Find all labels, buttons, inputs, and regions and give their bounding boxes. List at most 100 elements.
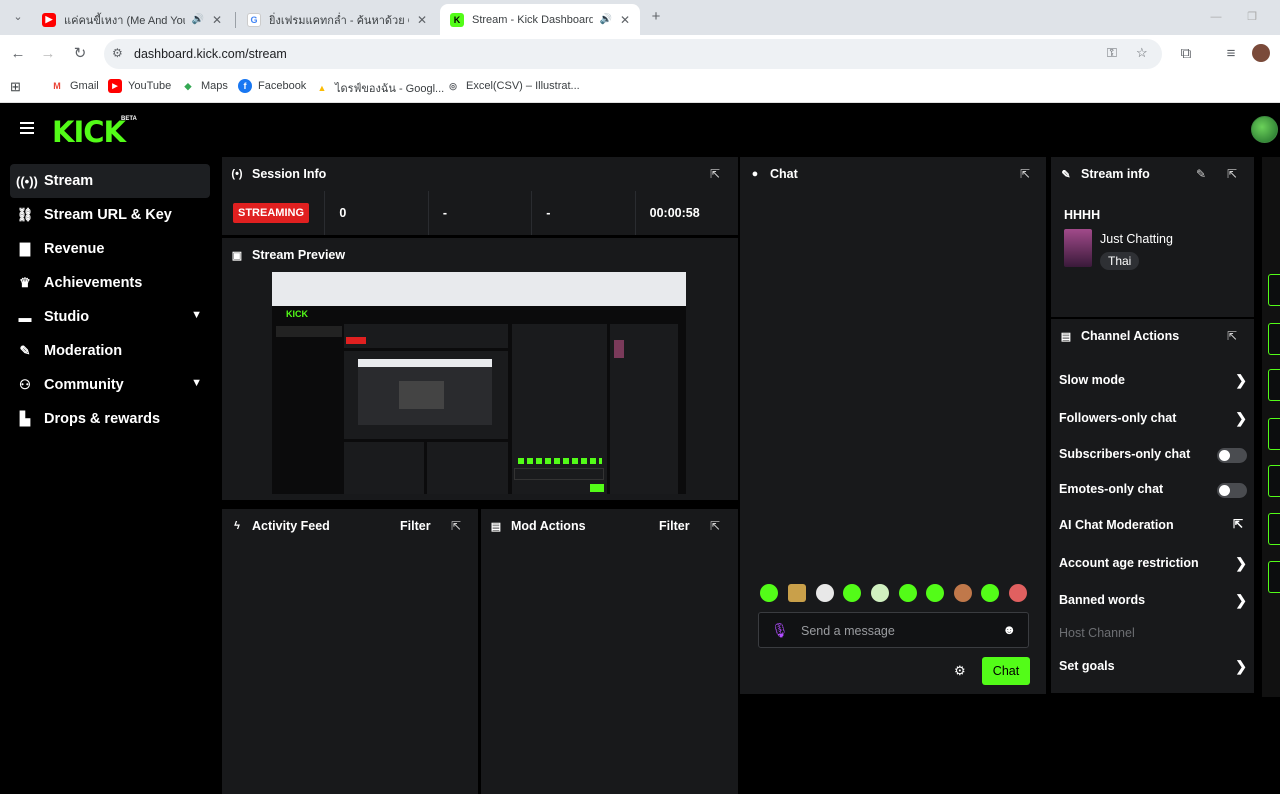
chat-message-input[interactable]: 🎙 Send a message ☻: [758, 612, 1029, 648]
apps-grid-icon[interactable]: ⊞: [10, 79, 21, 95]
address-bar[interactable]: ⚙ dashboard.kick.com/stream ⚿ ☆: [104, 39, 1162, 69]
emote-icon[interactable]: [843, 584, 861, 602]
action-label: Emotes-only chat: [1059, 482, 1164, 496]
close-tab-icon[interactable]: ✕: [417, 13, 427, 27]
edge-button[interactable]: [1268, 465, 1280, 497]
url-text: dashboard.kick.com/stream: [134, 47, 287, 61]
emote-icon[interactable]: [899, 584, 917, 602]
mod-actions-panel: ▤ Mod Actions Filter ⇱: [481, 509, 738, 794]
sidebar-item-drops-rewards[interactable]: ▙ Drops & rewards: [10, 402, 210, 436]
media-control-icon[interactable]: ≡: [1221, 44, 1241, 64]
site-settings-icon[interactable]: ⚙: [112, 46, 123, 60]
emote-icon[interactable]: [926, 584, 944, 602]
sidebar-item-moderation[interactable]: ✎ Moderation: [10, 334, 210, 368]
new-tab-icon[interactable]: +: [646, 7, 666, 27]
chat-settings-gear-icon[interactable]: ⚙: [954, 663, 966, 679]
chat-composer: 🎙 Send a message ☻ ⚙ Chat: [740, 157, 1046, 694]
mod-log-icon: ▤: [490, 520, 502, 533]
reload-icon[interactable]: ↻: [70, 44, 90, 64]
emote-icon[interactable]: [816, 584, 834, 602]
emote-icon[interactable]: [1009, 584, 1027, 602]
profile-avatar-icon[interactable]: [1252, 44, 1270, 62]
bookmark-maps[interactable]: ◆ Maps: [181, 79, 228, 93]
bookmark-excel[interactable]: ◎ Excel(CSV) – Illustrat...: [446, 79, 580, 93]
kick-dashboard: KICK BETA ((•)) Stream ⛓ Stream URL & Ke…: [0, 103, 1280, 794]
emote-icon[interactable]: [760, 584, 778, 602]
account-age-restriction-action[interactable]: Account age restriction ❯: [1059, 546, 1247, 580]
sidebar-item-stream-url-key[interactable]: ⛓ Stream URL & Key: [10, 198, 210, 232]
panel-title: Activity Feed: [252, 519, 330, 533]
edit-pencil-icon[interactable]: ✎: [1196, 167, 1206, 181]
followers-only-chat-action[interactable]: Followers-only chat ❯: [1059, 401, 1247, 435]
category-name[interactable]: Just Chatting: [1100, 232, 1173, 246]
action-label: Banned words: [1059, 593, 1146, 607]
ai-chat-moderation-action[interactable]: AI Chat Moderation ⇱: [1059, 508, 1247, 542]
popout-icon[interactable]: ⇱: [1227, 329, 1237, 343]
sidebar-item-revenue[interactable]: ▇ Revenue: [10, 232, 210, 266]
back-icon[interactable]: ←: [8, 44, 28, 64]
action-label: Account age restriction: [1059, 556, 1199, 570]
hamburger-menu-icon[interactable]: [20, 122, 34, 134]
sidebar-item-achievements[interactable]: ♛ Achievements: [10, 266, 210, 300]
kick-logo[interactable]: KICK: [52, 115, 126, 149]
chevron-down-icon[interactable]: ▼: [191, 309, 202, 321]
tab-title: Stream - Kick Dashboard: [472, 13, 594, 26]
close-tab-icon[interactable]: ✕: [620, 13, 630, 27]
bookmark-facebook[interactable]: f Facebook: [238, 79, 306, 93]
broadcast-icon: (•): [231, 168, 243, 180]
browser-tab-kick[interactable]: K Stream - Kick Dashboard 🔊 ✕: [440, 4, 640, 35]
link-icon: ⛓: [16, 207, 34, 222]
emote-icon[interactable]: [981, 584, 999, 602]
forward-icon[interactable]: →: [38, 44, 58, 64]
minimize-window-icon[interactable]: —: [1206, 7, 1226, 27]
slow-mode-action[interactable]: Slow mode ❯: [1059, 363, 1247, 397]
stream-preview-video[interactable]: KICK: [272, 272, 686, 494]
extensions-icon[interactable]: ⧉: [1176, 44, 1196, 64]
tab-title: ยิ่งเฟรมแคทกล่ำ - ค้นหาด้วย Google: [269, 14, 409, 27]
edge-button[interactable]: [1268, 513, 1280, 545]
category-thumbnail[interactable]: [1064, 229, 1092, 267]
set-goals-action[interactable]: Set goals ❯: [1059, 649, 1247, 683]
bookmark-star-icon[interactable]: ☆: [1136, 45, 1148, 61]
google-favicon-icon: G: [247, 12, 261, 27]
maximize-window-icon[interactable]: ❐: [1242, 7, 1262, 27]
chevron-down-icon[interactable]: ▼: [191, 377, 202, 389]
browser-tab-youtube[interactable]: ▶ แค่คนขี้เหงา (Me And You) O 🔊 ✕: [32, 4, 232, 35]
emote-icon[interactable]: [788, 584, 806, 602]
bookmark-drive[interactable]: ▲ ไดรฟ์ของฉัน - Googl...: [315, 79, 445, 97]
send-chat-button[interactable]: Chat: [982, 657, 1030, 685]
popout-icon[interactable]: ⇱: [710, 167, 720, 181]
edge-button[interactable]: [1268, 418, 1280, 450]
popout-icon[interactable]: ⇱: [451, 519, 461, 533]
popout-icon[interactable]: ⇱: [1227, 167, 1237, 181]
preview-mod-panel: [427, 442, 508, 494]
emoji-picker-icon[interactable]: ☻: [1002, 622, 1016, 637]
emote-icon[interactable]: [871, 584, 889, 602]
bookmark-gmail[interactable]: M Gmail: [50, 79, 98, 93]
browser-tab-google[interactable]: G ยิ่งเฟรมแคทกล่ำ - ค้นหาด้วย Google ✕: [237, 4, 437, 35]
close-tab-icon[interactable]: ✕: [212, 13, 222, 27]
tab-search-icon[interactable]: ⌄: [8, 7, 28, 27]
edge-button[interactable]: [1268, 274, 1280, 306]
session-stat: -: [532, 191, 636, 235]
emotes-only-toggle[interactable]: [1217, 483, 1247, 498]
edge-button[interactable]: [1268, 369, 1280, 401]
sidebar-item-studio[interactable]: ▬ Studio ▼: [10, 300, 210, 334]
film-icon: ▬: [18, 309, 32, 325]
bookmark-youtube[interactable]: ▶ YouTube: [108, 79, 171, 93]
password-key-icon[interactable]: ⚿: [1107, 45, 1117, 61]
microphone-icon[interactable]: 🎙: [771, 622, 789, 639]
sidebar-item-stream[interactable]: ((•)) Stream: [10, 164, 210, 198]
filter-button[interactable]: Filter: [400, 519, 431, 533]
preview-sidebar: [276, 326, 342, 414]
subscribers-only-toggle[interactable]: [1217, 448, 1247, 463]
user-avatar[interactable]: [1251, 116, 1278, 143]
popout-icon[interactable]: ⇱: [710, 519, 720, 533]
banned-words-action[interactable]: Banned words ❯: [1059, 583, 1247, 617]
edge-button[interactable]: [1268, 561, 1280, 593]
emote-icon[interactable]: [954, 584, 972, 602]
sidebar-item-community[interactable]: ⚇ Community ▼: [10, 368, 210, 402]
filter-button[interactable]: Filter: [659, 519, 690, 533]
edge-button[interactable]: [1268, 323, 1280, 355]
bookmark-label: Excel(CSV) – Illustrat...: [466, 80, 580, 92]
